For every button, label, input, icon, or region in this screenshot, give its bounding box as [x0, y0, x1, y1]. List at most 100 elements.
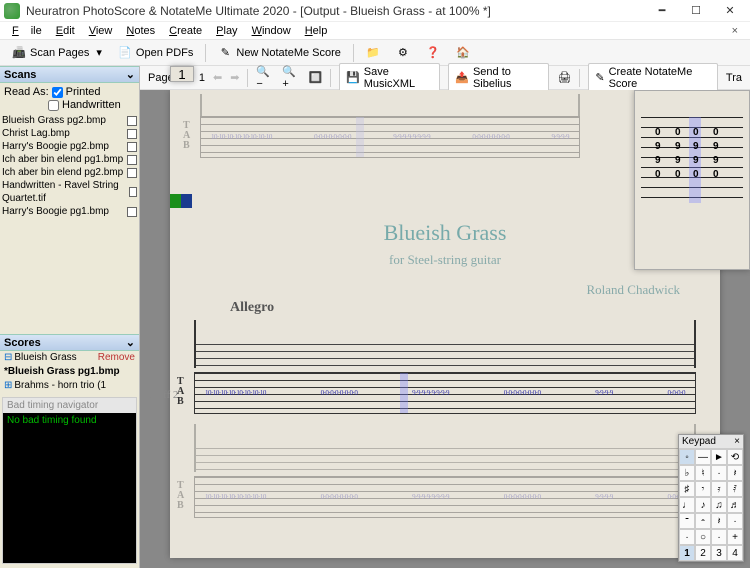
keypad-tab[interactable]: 4	[727, 545, 743, 561]
new-score-button[interactable]: ✎ New NotateMe Score	[214, 44, 345, 62]
scan-item[interactable]: Blueish Grass pg2.bmp	[0, 114, 139, 127]
keypad-cell[interactable]: 𝄼	[695, 513, 711, 529]
minimize-button[interactable]: ━	[646, 2, 678, 20]
menu-view[interactable]: View	[83, 24, 119, 38]
keypad-cell[interactable]: ◦	[679, 449, 695, 465]
fit-icon[interactable]: 🔲	[308, 71, 322, 84]
keypad-cell[interactable]: 𝄽	[727, 465, 743, 481]
menu-window[interactable]: Window	[246, 24, 297, 38]
next-page-icon[interactable]: ➡	[230, 71, 239, 84]
transpose-button[interactable]: Tra	[726, 72, 742, 84]
zoom-out-icon[interactable]: 🔍−	[256, 65, 274, 90]
handwritten-checkbox[interactable]	[48, 100, 59, 111]
home-button[interactable]: 🏠	[452, 44, 474, 62]
staff-2-label: Staff 2	[149, 389, 178, 401]
save-musicxml-button[interactable]: 💾Save MusicXML	[339, 63, 440, 93]
nav-body: No bad timing found	[3, 413, 136, 563]
app-icon	[4, 3, 20, 19]
document-toolbar: Page of 1 ⬅ ➡ 🔍− 🔍+ 🔲 💾Save MusicXML 📤Se…	[140, 66, 750, 90]
keypad-close-icon[interactable]: ×	[734, 436, 740, 447]
full-detail-view-panel[interactable]: Full detail view 99 99 99 99 00 00 00 00	[634, 90, 750, 270]
tab-label: TAB	[183, 121, 190, 151]
keypad-cell[interactable]: ·	[711, 465, 727, 481]
keypad-cell[interactable]: +	[727, 529, 743, 545]
keypad-cell[interactable]: ·	[679, 529, 695, 545]
collapse-icon[interactable]: ⌄	[126, 68, 135, 81]
keypad-cell[interactable]: ♮	[695, 465, 711, 481]
keypad-cell[interactable]: ♭	[679, 465, 695, 481]
send-icon: 📤	[455, 71, 469, 84]
printed-checkbox[interactable]	[52, 87, 63, 98]
keypad-cell[interactable]: ♬	[727, 497, 743, 513]
scan-pages-button[interactable]: 📠 Scan Pages ▾	[8, 44, 106, 62]
keypad-cell[interactable]: ♯	[679, 481, 695, 497]
score-item[interactable]: ⊞Brahms - horn trio (1	[0, 379, 139, 393]
keypad-cell[interactable]: ·	[727, 513, 743, 529]
score-item-selected[interactable]: *Blueish Grass pg1.bmp	[0, 365, 139, 379]
titlebar: Neuratron PhotoScore & NotateMe Ultimate…	[0, 0, 750, 22]
settings-button[interactable]: ⚙	[392, 44, 414, 62]
menu-file[interactable]: File	[6, 24, 48, 38]
keypad-cell[interactable]: ♩	[679, 497, 695, 513]
notation-staff[interactable]	[194, 320, 696, 368]
page-input[interactable]	[170, 66, 194, 82]
keypad-cell[interactable]: ⟲	[727, 449, 743, 465]
remove-link[interactable]: Remove	[98, 351, 135, 365]
scan-item[interactable]: Harry's Boogie pg1.bmp	[0, 205, 139, 218]
send-sibelius-button[interactable]: 📤Send to Sibelius	[448, 63, 549, 93]
scores-header[interactable]: Scores⌄	[0, 334, 139, 351]
keypad-cell[interactable]: ♫	[711, 497, 727, 513]
keypad-cell[interactable]: ♪	[695, 497, 711, 513]
menu-edit[interactable]: Edit	[50, 24, 81, 38]
keypad-tab[interactable]: 2	[695, 545, 711, 561]
create-notateme-button[interactable]: ✎Create NotateMe Score	[588, 63, 718, 93]
keypad-cell[interactable]: ►	[711, 449, 727, 465]
prev-page-icon[interactable]: ⬅	[213, 71, 222, 84]
tree-plus-icon[interactable]: ⊞	[4, 380, 12, 391]
keypad-cell[interactable]: ○	[695, 529, 711, 545]
keypad-tab[interactable]: 3	[711, 545, 727, 561]
keypad-cell[interactable]: ·	[711, 529, 727, 545]
tree-minus-icon[interactable]: ⊟	[4, 352, 12, 363]
keypad-cell[interactable]: —	[695, 449, 711, 465]
menu-play[interactable]: Play	[210, 24, 243, 38]
score-list: ⊟Blueish Grass Remove *Blueish Grass pg1…	[0, 351, 139, 393]
keypad-cell[interactable]: 𝄽	[711, 513, 727, 529]
scan-item[interactable]: Ich aber bin elend pg2.bmp	[0, 166, 139, 179]
scan-item[interactable]: Handwritten - Ravel String Quartet.tif	[0, 179, 139, 205]
mdi-close-icon[interactable]: ×	[726, 24, 750, 38]
scan-item[interactable]: Harry's Boogie pg2.bmp	[0, 140, 139, 153]
document-area: Page of 1 ⬅ ➡ 🔍− 🔍+ 🔲 💾Save MusicXML 📤Se…	[140, 66, 750, 568]
bad-timing-navigator: Bad timing navigator No bad timing found	[2, 397, 137, 564]
keypad-tab[interactable]: 1	[679, 545, 695, 561]
menu-notes[interactable]: Notes	[120, 24, 161, 38]
menu-help[interactable]: Help	[299, 24, 334, 38]
score-item[interactable]: ⊟Blueish Grass Remove	[0, 351, 139, 365]
keypad-cell[interactable]: 𝄿	[711, 481, 727, 497]
menu-create[interactable]: Create	[163, 24, 208, 38]
maximize-button[interactable]: ☐	[680, 2, 712, 20]
zoom-in-icon[interactable]: 🔍+	[282, 65, 300, 90]
pdf-icon: 📄	[118, 46, 132, 60]
pencil-icon: ✎	[218, 46, 232, 60]
play-marker[interactable]	[170, 194, 192, 208]
score-viewport[interactable]: TAB 10·10·10·10·10·10·10·100·0·0·0·0·0·0…	[140, 90, 750, 568]
read-as-group: Read As: Printed Handwritten	[0, 83, 139, 114]
print-icon[interactable]: 🖨	[557, 71, 571, 84]
keypad-cell[interactable]: 𝅀	[727, 481, 743, 497]
scans-header[interactable]: Scans⌄	[0, 66, 139, 83]
keypad-cell[interactable]: 𝄾	[695, 481, 711, 497]
scan-item[interactable]: Christ Lag.bmp	[0, 127, 139, 140]
close-button[interactable]: ✕	[714, 2, 746, 20]
open-pdfs-button[interactable]: 📄 Open PDFs	[114, 44, 197, 62]
open-folder-button[interactable]: 📁	[362, 44, 384, 62]
collapse-icon[interactable]: ⌄	[126, 336, 135, 349]
tab-staff[interactable]: Staff 2 TAB 10·10·10·10·10·10·10·100·0·0…	[194, 372, 696, 414]
side-panel: Scans⌄ Read As: Printed Handwritten Blue…	[0, 66, 140, 568]
scan-item[interactable]: Ich aber bin elend pg1.bmp	[0, 153, 139, 166]
tab-staff-ghost: TAB 10·10·10·10·10·10·10·100·0·0·0·0·0·0…	[194, 476, 696, 518]
home-icon: 🏠	[456, 46, 470, 60]
help-button[interactable]: ❓	[422, 44, 444, 62]
keypad-cell[interactable]: 𝄻	[679, 513, 695, 529]
keypad-panel[interactable]: Keypad× ◦—►⟲♭♮·𝄽♯𝄾𝄿𝅀♩♪♫♬𝄻𝄼𝄽··○·+ 1 2 3 4	[678, 434, 744, 562]
